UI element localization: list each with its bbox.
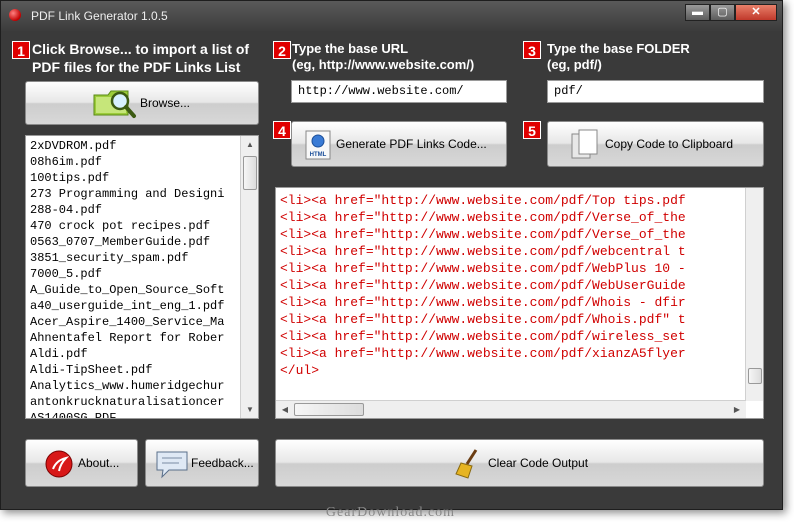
- code-output-line: <li><a href="http://www.website.com/pdf/…: [280, 278, 686, 293]
- speech-bubble-icon: [156, 451, 188, 479]
- file-list-item[interactable]: Aldi-TipSheet.pdf: [30, 362, 152, 378]
- step-1-line-1: Click Browse... to import a list of: [32, 41, 250, 57]
- step-3-line-2: (eg, pdf/): [547, 57, 602, 72]
- clear-button-label: Clear Code Output: [488, 456, 589, 470]
- file-list-scroll-thumb[interactable]: [243, 156, 257, 190]
- file-list-item[interactable]: 0563_0707_MemberGuide.pdf: [30, 234, 210, 250]
- output-hscroll-thumb[interactable]: [294, 403, 364, 416]
- code-output-line: <li><a href="http://www.website.com/pdf/…: [280, 227, 686, 242]
- step-1-line-2: PDF files for the PDF Links List: [32, 59, 241, 75]
- code-output-line: <li><a href="http://www.website.com/pdf/…: [280, 346, 686, 361]
- file-list-item[interactable]: 273 Programming and Designi: [30, 186, 224, 202]
- file-list-item[interactable]: AS1400SG.PDF: [30, 410, 116, 418]
- watermark-footer: GearDownload.com: [325, 505, 456, 520]
- copy-button-label: Copy Code to Clipboard: [605, 137, 734, 151]
- generate-pdf-links-button[interactable]: HTML Generate PDF Links Code...: [291, 121, 507, 167]
- file-list-scroll-down-icon[interactable]: ▼: [243, 401, 257, 418]
- step-4-badge: 4: [273, 121, 291, 139]
- html-icon: HTML: [305, 130, 331, 160]
- file-list-item[interactable]: 2xDVDROM.pdf: [30, 138, 116, 154]
- code-output-line: <li><a href="http://www.website.com/pdf/…: [280, 261, 686, 276]
- copy-to-clipboard-button[interactable]: Copy Code to Clipboard: [547, 121, 764, 167]
- file-list-item[interactable]: 08h6im.pdf: [30, 154, 102, 170]
- code-output-line: <li><a href="http://www.website.com/pdf/…: [280, 329, 686, 344]
- generate-button-label: Generate PDF Links Code...: [336, 137, 487, 151]
- step-3-line-1: Type the base FOLDER: [547, 41, 690, 56]
- title-bar[interactable]: PDF Link Generator 1.0.5 ▬ ▢ ✕: [1, 1, 782, 31]
- step-3-badge: 3: [523, 41, 541, 59]
- code-output-line: <li><a href="http://www.website.com/pdf/…: [280, 295, 686, 310]
- file-list-item[interactable]: Acer_Aspire_1400_Service_Ma: [30, 314, 224, 330]
- file-list-item[interactable]: 3851_security_spam.pdf: [30, 250, 188, 266]
- browse-button[interactable]: Browse...: [25, 81, 259, 125]
- base-url-input[interactable]: http://www.website.com/: [291, 80, 507, 103]
- output-scroll-right-icon[interactable]: ▶: [730, 401, 744, 418]
- step-2-line-2: (eg, http://www.website.com/): [292, 57, 475, 72]
- about-button-label: About...: [78, 456, 120, 470]
- broom-icon: [455, 449, 478, 479]
- base-folder-input[interactable]: pdf/: [547, 80, 764, 103]
- window-title: PDF Link Generator 1.0.5: [31, 9, 168, 23]
- output-vscroll-thumb[interactable]: [748, 368, 762, 384]
- file-list-scroll-up-icon[interactable]: ▲: [243, 136, 257, 153]
- copy-pages-icon: [571, 129, 598, 159]
- file-list-scrollbar[interactable]: ▲ ▼: [240, 136, 258, 418]
- feedback-button[interactable]: Feedback...: [145, 439, 259, 487]
- code-output-line: <li><a href="http://www.website.com/pdf/…: [280, 312, 686, 327]
- file-list-item[interactable]: 288-04.pdf: [30, 202, 102, 218]
- file-list-item[interactable]: Analytics_www.humeridgechur: [30, 378, 224, 394]
- output-scroll-left-icon[interactable]: ◀: [278, 401, 292, 418]
- step-3-instructions: Type the base FOLDER (eg, pdf/): [547, 41, 690, 73]
- file-list-item[interactable]: 7000_5.pdf: [30, 266, 102, 282]
- step-5-badge: 5: [523, 121, 541, 139]
- code-output-line: <li><a href="http://www.website.com/pdf/…: [280, 210, 686, 225]
- step-1-instructions: Click Browse... to import a list of PDF …: [32, 40, 249, 76]
- step-2-badge: 2: [273, 41, 291, 59]
- html-icon-label: HTML: [310, 152, 327, 158]
- step-2-instructions: Type the base URL (eg, http://www.websit…: [292, 41, 474, 73]
- close-button[interactable]: ✕: [735, 4, 777, 21]
- minimize-button[interactable]: ▬: [685, 4, 710, 21]
- step-2-line-1: Type the base URL: [292, 41, 409, 56]
- pdf-file-list[interactable]: AS1400SG.PDF antonkrucknaturalisationcer A…: [25, 135, 259, 419]
- file-list-item[interactable]: a40_userguide_int_eng_1.pdf: [30, 298, 224, 314]
- file-list-item[interactable]: antonkrucknaturalisationcer: [30, 394, 224, 410]
- about-button[interactable]: About...: [25, 439, 138, 487]
- folder-search-icon: [93, 90, 136, 118]
- file-list-item[interactable]: A_Guide_to_Open_Source_Soft: [30, 282, 224, 298]
- browse-button-label: Browse...: [140, 96, 191, 110]
- file-list-item[interactable]: Ahnentafel Report for Rober: [30, 330, 224, 346]
- app-window: PDF Link Generator 1.0.5 ▬ ▢ ✕ 1 Click B…: [0, 0, 783, 510]
- step-1-badge: 1: [12, 41, 30, 59]
- output-horizontal-scrollbar[interactable]: ◀ ▶: [276, 400, 746, 418]
- app-logo-icon: [9, 9, 21, 21]
- clear-code-output-button[interactable]: Clear Code Output: [275, 439, 764, 487]
- file-list-item[interactable]: Aldi.pdf: [30, 346, 88, 362]
- file-list-item[interactable]: 470 crock pot recipes.pdf: [30, 218, 210, 234]
- code-output-line: </ul>: [280, 363, 320, 378]
- output-vertical-scrollbar[interactable]: [745, 188, 763, 401]
- feedback-button-label: Feedback...: [191, 456, 254, 470]
- code-output-area[interactable]: </ul> <li><a href="http://www.website.com…: [275, 187, 764, 419]
- about-logo-icon: [45, 450, 73, 478]
- code-output-line: <li><a href="http://www.website.com/pdf/…: [280, 244, 686, 259]
- maximize-button[interactable]: ▢: [710, 4, 735, 21]
- code-output-line: <li><a href="http://www.website.com/pdf/…: [280, 193, 686, 208]
- file-list-item[interactable]: 100tips.pdf: [30, 170, 109, 186]
